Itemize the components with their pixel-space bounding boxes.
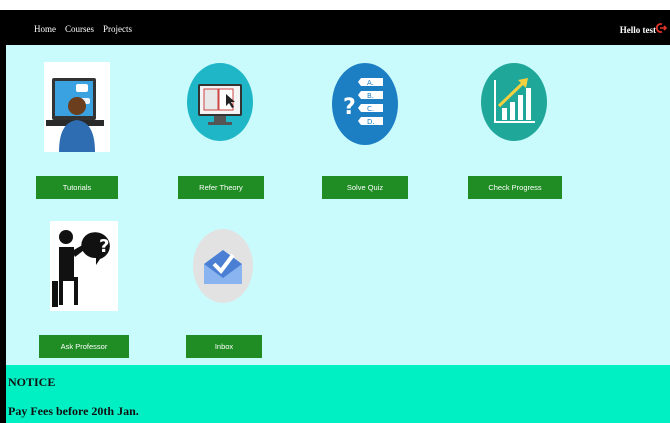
inbox-button[interactable]: Inbox — [186, 335, 262, 358]
notice-text: Pay Fees before 20th Jan. — [8, 404, 139, 418]
inbox-icon[interactable] — [192, 228, 254, 304]
monitor-book-icon[interactable] — [186, 62, 254, 142]
top-navbar: Home Courses Projects Hello test — [6, 10, 670, 45]
ask-professor-button[interactable]: Ask Professor — [39, 335, 129, 358]
user-greeting: Hello test — [619, 25, 656, 35]
svg-text:?: ? — [99, 236, 109, 257]
nav-projects-link[interactable]: Projects — [103, 24, 132, 34]
check-progress-button[interactable]: Check Progress — [468, 176, 562, 199]
online-learning-icon[interactable] — [44, 62, 110, 152]
svg-text:C.: C. — [367, 105, 374, 113]
quiz-options-icon[interactable]: ? A. B. C. D. — [331, 62, 399, 146]
dashboard-content: ? A. B. C. D. Tutorials Refer Theory Sol… — [6, 45, 670, 365]
svg-text:?: ? — [343, 95, 356, 120]
solve-quiz-button[interactable]: Solve Quiz — [322, 176, 408, 199]
refer-theory-button[interactable]: Refer Theory — [178, 176, 264, 199]
svg-text:A.: A. — [367, 79, 374, 87]
progress-chart-icon[interactable] — [480, 62, 548, 142]
logout-icon[interactable] — [655, 22, 667, 34]
svg-text:D.: D. — [367, 118, 375, 126]
ask-question-icon[interactable]: ? — [50, 221, 118, 311]
nav-home-link[interactable]: Home — [34, 24, 56, 34]
notice-panel: NOTICE Pay Fees before 20th Jan. — [6, 365, 670, 423]
tutorials-button[interactable]: Tutorials — [36, 176, 118, 199]
svg-text:B.: B. — [367, 92, 374, 100]
notice-title: NOTICE — [8, 375, 56, 389]
nav-courses-link[interactable]: Courses — [65, 24, 94, 34]
